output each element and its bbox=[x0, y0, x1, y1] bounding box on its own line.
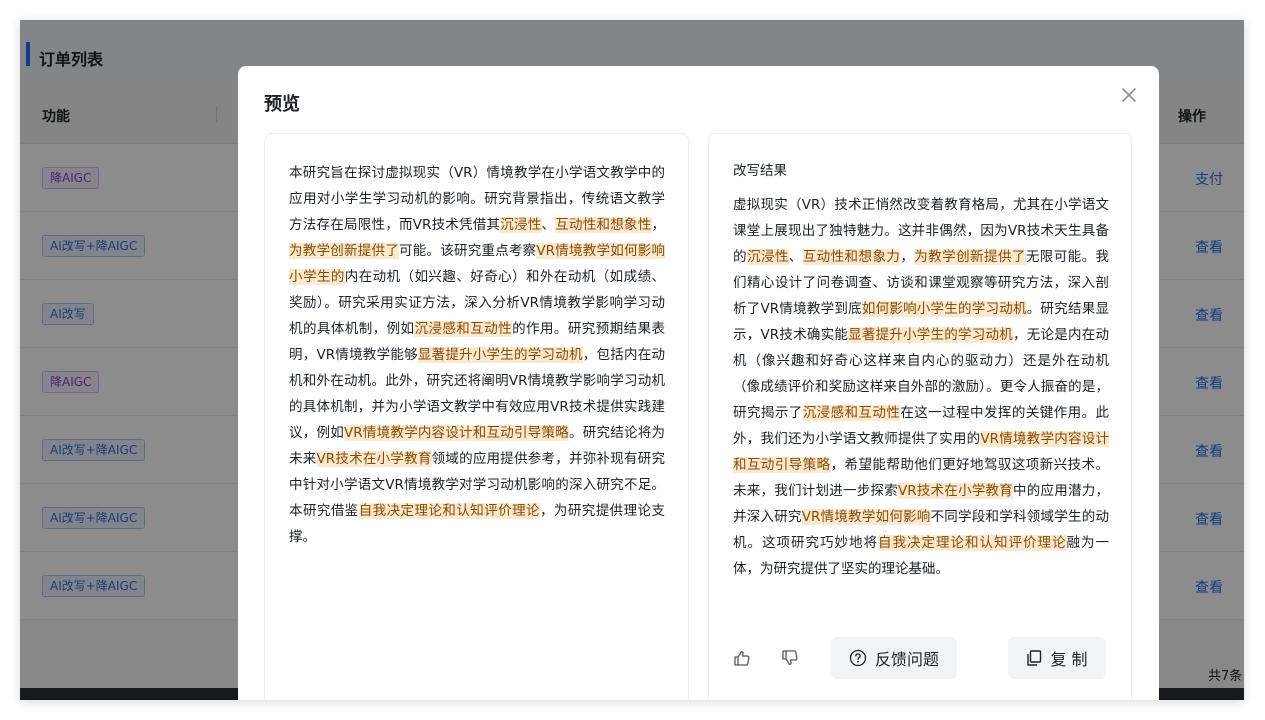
original-text: 本研究旨在探讨虚拟现实（VR）情境教学在小学语文教学中的应用对小学生学习动机的影… bbox=[289, 160, 665, 550]
rewritten-text: 虚拟现实（VR）技术正悄然改变着教育格局，尤其在小学语文课堂上展现出了独特魅力。… bbox=[733, 192, 1109, 582]
feedback-button-label: 反馈问题 bbox=[874, 650, 939, 669]
copy-button[interactable]: 复 制 bbox=[1008, 637, 1106, 679]
result-label: 改写结果 bbox=[733, 163, 787, 179]
original-text-panel: 本研究旨在探讨虚拟现实（VR）情境教学在小学语文教学中的应用对小学生学习动机的影… bbox=[264, 133, 689, 700]
highlighted-phrase: 如何影响小学生的学习动机 bbox=[861, 301, 1027, 317]
rewritten-text-panel: 改写结果 虚拟现实（VR）技术正悄然改变着教育格局，尤其在小学语文课堂上展现出了… bbox=[708, 133, 1132, 700]
close-icon[interactable] bbox=[1118, 84, 1140, 106]
text-segment: 、 bbox=[541, 217, 556, 233]
thumbs-up-icon[interactable] bbox=[733, 649, 751, 667]
feedback-button[interactable]: 反馈问题 bbox=[831, 637, 957, 679]
copy-icon bbox=[1027, 650, 1042, 666]
highlighted-phrase: VR技术在小学教育 bbox=[316, 451, 432, 467]
text-segment: 可能。该研究重点考察 bbox=[398, 243, 537, 259]
highlighted-phrase: VR情境教学如何影响 bbox=[801, 509, 931, 525]
text-segment: 、 bbox=[788, 249, 803, 265]
highlighted-phrase: 为教学创新提供了 bbox=[289, 243, 399, 259]
highlighted-phrase: VR技术在小学教育 bbox=[897, 483, 1014, 499]
text-segment: ， bbox=[900, 249, 915, 265]
preview-modal: 预览 本研究旨在探讨虚拟现实（VR）情境教学在小学语文教学中的应用对小学生学习动… bbox=[238, 66, 1159, 700]
highlighted-phrase: 沉浸感和互动性 bbox=[414, 321, 513, 337]
screen: 订单列表 功能 操作 降AIGC 支付 AI改写+降AIGC 查看 AI改写 查看 降AIG… bbox=[0, 0, 1265, 720]
highlighted-phrase: 沉浸性 bbox=[500, 217, 542, 233]
thumbs-down-icon[interactable] bbox=[781, 649, 799, 667]
copy-button-label: 复 制 bbox=[1050, 650, 1088, 669]
highlighted-phrase: 沉浸感和互动性 bbox=[802, 405, 901, 421]
highlighted-phrase: 显著提升小学生的学习动机 bbox=[848, 327, 1014, 343]
highlighted-phrase: 显著提升小学生的学习动机 bbox=[417, 347, 583, 363]
highlighted-phrase: 互动性和想象性 bbox=[555, 217, 652, 233]
question-circle-icon bbox=[849, 649, 867, 667]
highlighted-phrase: 自我决定理论和认知评价理论 bbox=[878, 535, 1067, 551]
modal-title: 预览 bbox=[264, 94, 300, 115]
highlighted-phrase: 自我决定理论和认知评价理论 bbox=[358, 503, 540, 519]
action-bar: 反馈问题 复 制 bbox=[709, 637, 1133, 681]
highlighted-phrase: 为教学创新提供了 bbox=[914, 249, 1026, 265]
highlighted-phrase: VR情境教学内容设计和互动引导策略 bbox=[343, 425, 570, 441]
highlighted-phrase: 互动性和想象力 bbox=[802, 249, 901, 265]
highlighted-phrase: 沉浸性 bbox=[746, 249, 789, 265]
text-segment: ， bbox=[651, 217, 666, 233]
